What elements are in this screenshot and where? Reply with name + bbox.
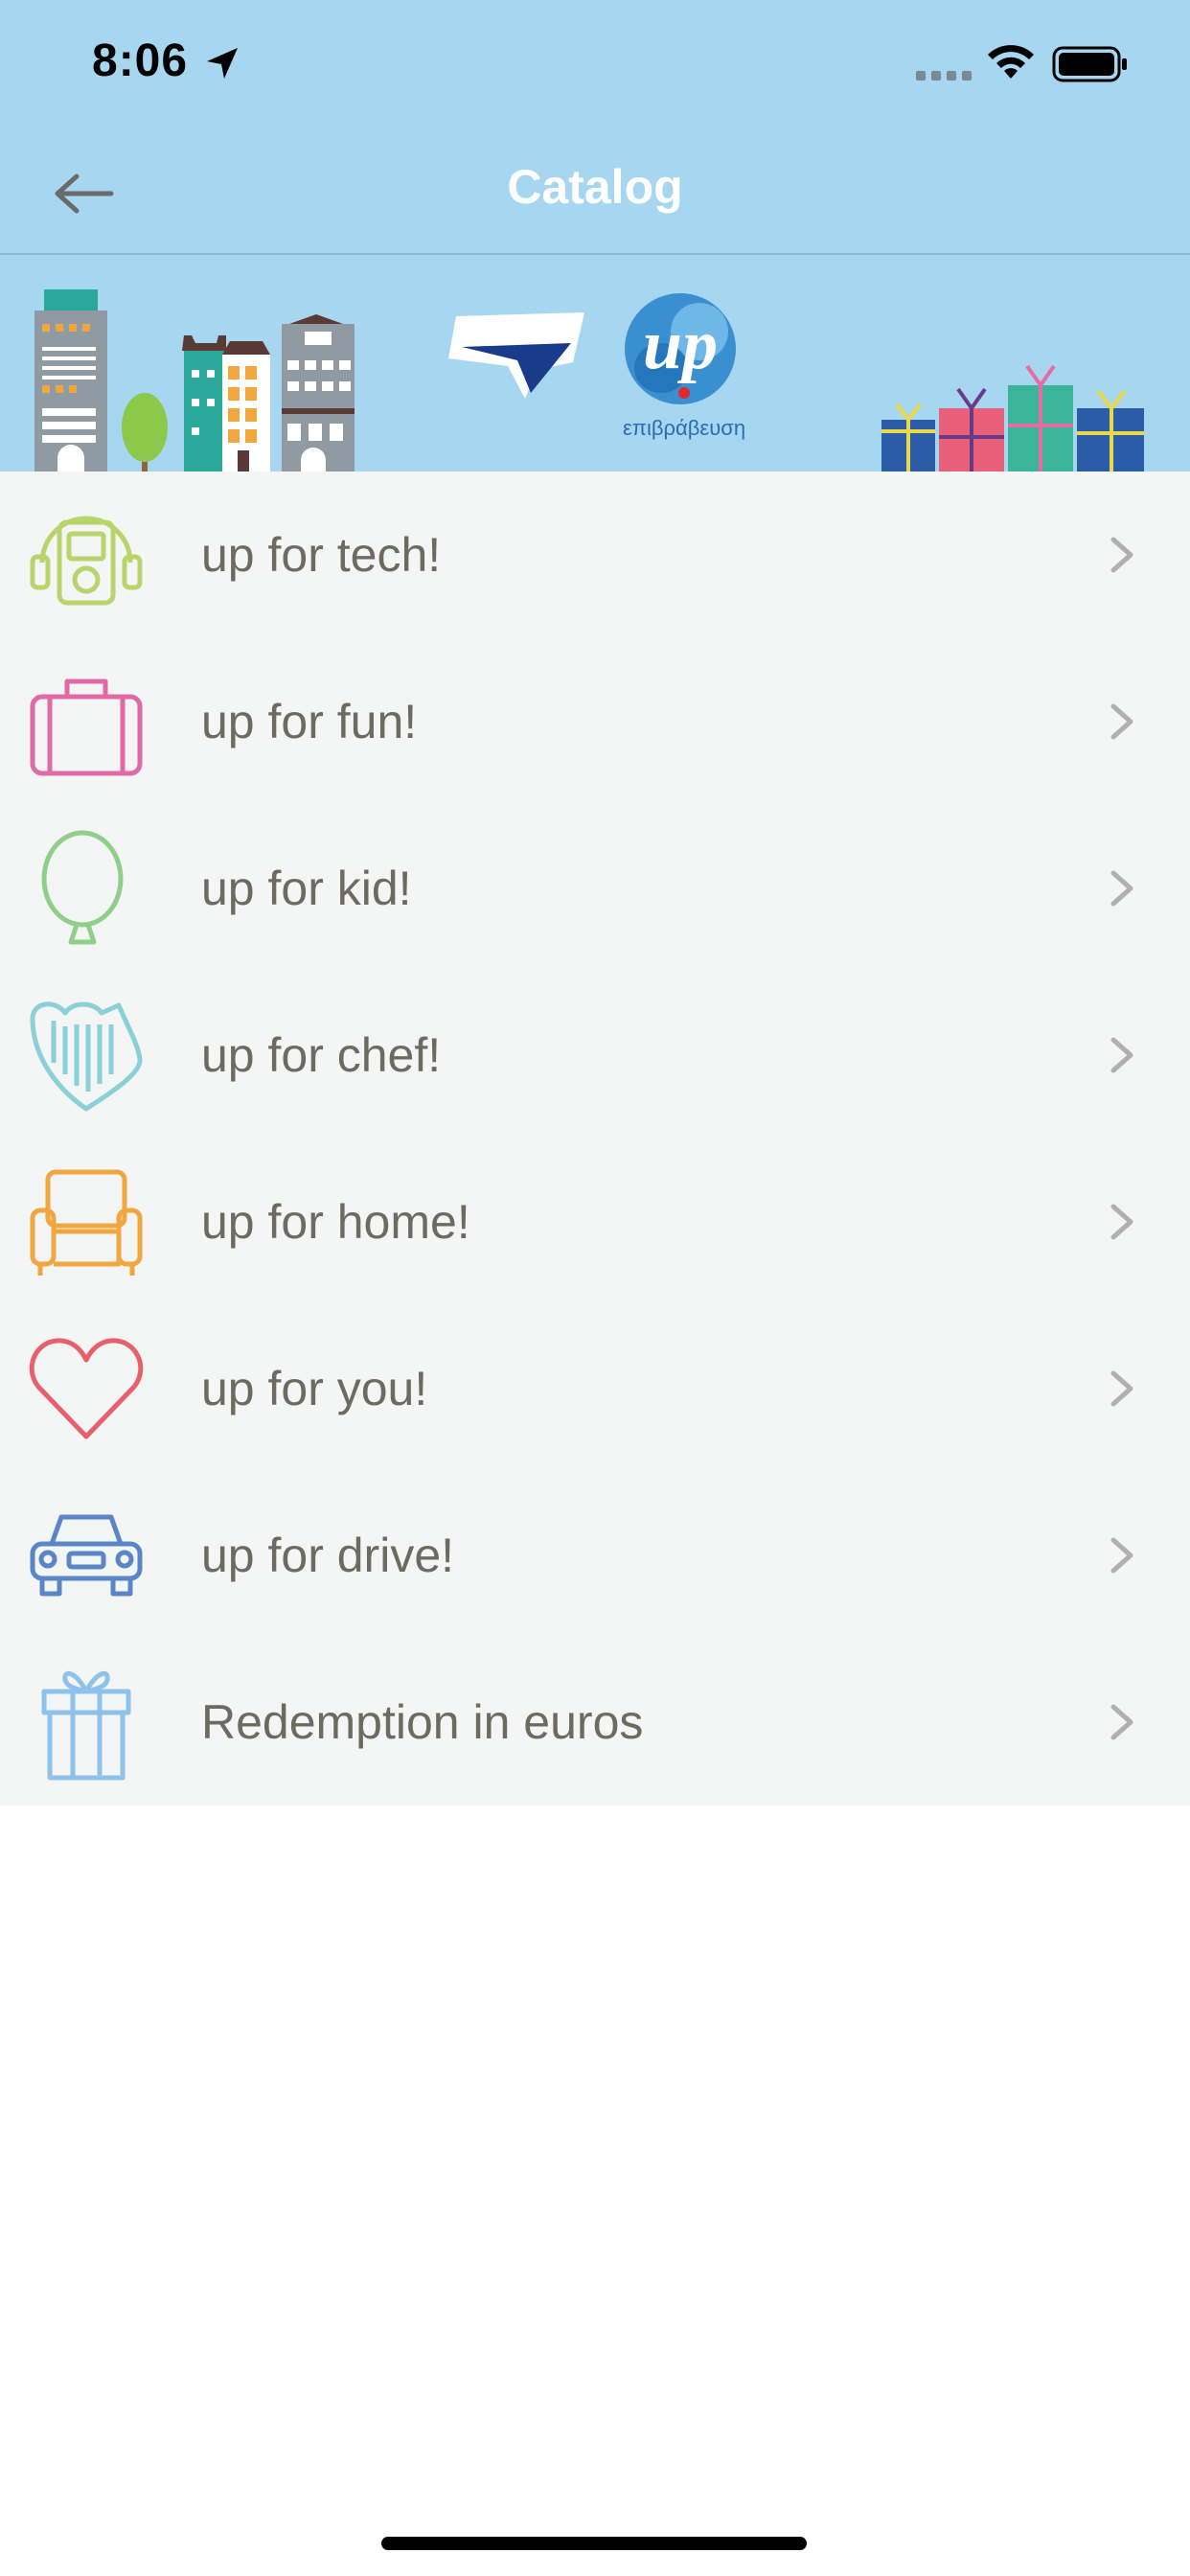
list-item[interactable]: up for home! bbox=[0, 1138, 1190, 1305]
armchair-icon bbox=[27, 1162, 146, 1281]
brand-caption: επιβράβευση bbox=[623, 416, 746, 440]
list-item-label: up for kid! bbox=[201, 862, 412, 915]
list-item-label: Redemption in euros bbox=[201, 1695, 644, 1749]
list-item[interactable]: up for you! bbox=[0, 1305, 1190, 1472]
list-item[interactable]: up for chef! bbox=[0, 972, 1190, 1138]
home-indicator[interactable] bbox=[381, 2537, 807, 2550]
list-item-label: up for tech! bbox=[201, 528, 442, 582]
list-item[interactable]: up for drive! bbox=[0, 1472, 1190, 1639]
city-illustration: up bbox=[34, 289, 1144, 472]
list-item[interactable]: up for fun! bbox=[0, 638, 1190, 805]
chevron-right-icon bbox=[1110, 1204, 1133, 1240]
status-bar: 8:06 bbox=[0, 0, 1190, 134]
headphones-icon bbox=[27, 495, 146, 614]
battery-icon bbox=[1052, 46, 1127, 82]
list-item-label: up for fun! bbox=[201, 695, 418, 748]
chevron-right-icon bbox=[1110, 537, 1133, 573]
car-icon bbox=[27, 1496, 146, 1615]
chevron-right-icon bbox=[1110, 1037, 1133, 1073]
heart-icon bbox=[27, 1329, 146, 1448]
location-arrow-icon bbox=[207, 48, 238, 79]
navigation-bar: Catalog bbox=[0, 134, 1190, 255]
chevron-right-icon bbox=[1110, 870, 1133, 907]
list-item-label: up for drive! bbox=[201, 1529, 455, 1582]
catalog-banner: up επιβράβευση bbox=[0, 255, 1190, 472]
chevron-right-icon bbox=[1110, 1704, 1133, 1740]
list-item-label: up for chef! bbox=[201, 1028, 442, 1082]
catalog-list: up for tech! up for fun! up for kid! up … bbox=[0, 472, 1190, 1806]
list-item[interactable]: up for tech! bbox=[0, 472, 1190, 638]
svg-text:up: up bbox=[643, 306, 718, 384]
chevron-right-icon bbox=[1110, 703, 1133, 740]
chevron-right-icon bbox=[1110, 1537, 1133, 1574]
status-time: 8:06 bbox=[92, 35, 189, 86]
page-title: Catalog bbox=[507, 160, 683, 214]
chevron-right-icon bbox=[1110, 1370, 1133, 1407]
balloon-icon bbox=[27, 829, 146, 948]
cellular-signal-icon bbox=[916, 71, 972, 80]
suitcase-icon bbox=[27, 662, 146, 781]
list-item-label: up for home! bbox=[201, 1195, 470, 1249]
list-item-label: up for you! bbox=[201, 1362, 428, 1415]
list-item[interactable]: Redemption in euros bbox=[0, 1639, 1190, 1806]
gift-icon bbox=[27, 1663, 146, 1782]
oven-mitt-icon bbox=[27, 996, 146, 1115]
list-item[interactable]: up for kid! bbox=[0, 805, 1190, 972]
wifi-icon bbox=[988, 45, 1034, 79]
